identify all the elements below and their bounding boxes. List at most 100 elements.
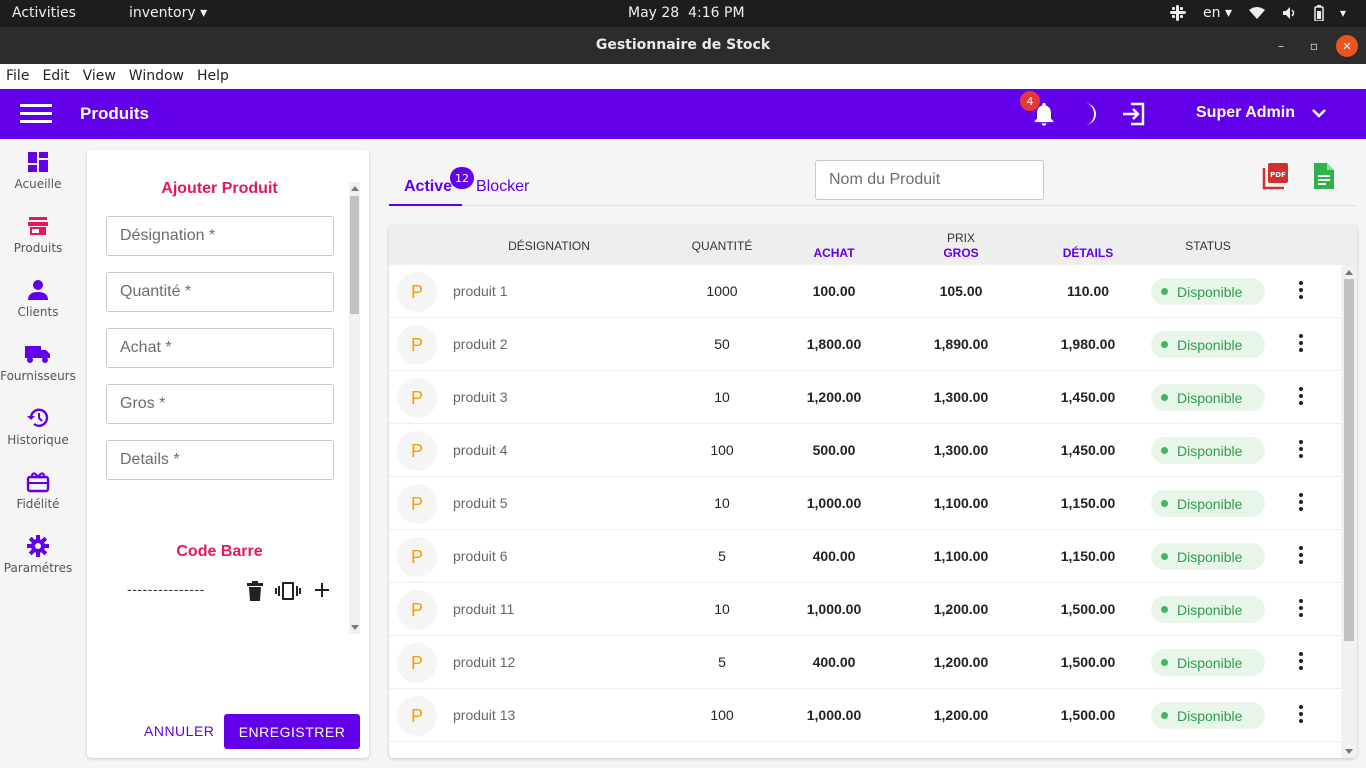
product-quantity: 5 [718,548,726,564]
status-badge: Disponible [1151,437,1265,464]
sidebar-item-fidelite[interactable]: Fidélité [0,471,76,511]
more-vert-icon[interactable] [1299,599,1305,620]
system-top-bar: Activities inventory ▾ May 28 4:16 PM en… [0,0,1366,27]
sidebar-item-label: Fidélité [16,497,60,511]
more-vert-icon[interactable] [1299,652,1305,673]
trash-icon[interactable] [247,581,263,601]
product-avatar: P [397,325,437,365]
purchase-price-field[interactable] [106,328,334,368]
more-vert-icon[interactable] [1299,546,1305,567]
sidebar-item-label: Acueille [14,177,62,191]
clock-date: May 28 [628,5,680,21]
product-gros: 1,200.00 [933,707,989,723]
chevron-down-icon[interactable] [1311,107,1327,119]
sidebar-item-produits[interactable]: Produits [0,215,76,255]
status-label: Disponible [1177,283,1243,300]
system-menu-caret-icon[interactable]: ▾ [1340,6,1346,20]
excel-export-icon[interactable] [1312,162,1336,190]
volume-icon[interactable] [1282,6,1298,20]
product-gros: 1,300.00 [933,442,989,458]
activities-button[interactable]: Activities [12,5,76,21]
table-row[interactable]: P produit 3 10 1,200.00 1,300.00 1,450.0… [389,371,1341,424]
user-name[interactable]: Super Admin [1196,104,1295,122]
column-achat[interactable]: ACHAT [794,246,874,260]
more-vert-icon[interactable] [1299,334,1305,355]
more-vert-icon[interactable] [1299,281,1305,302]
designation-field[interactable] [106,216,334,256]
menu-help[interactable]: Help [197,64,235,89]
table-row[interactable]: P produit 1 1000 100.00 105.00 110.00 Di… [389,265,1341,318]
add-icon[interactable] [314,581,330,599]
table-row[interactable]: P produit 2 50 1,800.00 1,890.00 1,980.0… [389,318,1341,371]
more-vert-icon[interactable] [1299,705,1305,726]
form-title: Ajouter Produit [161,180,278,197]
sidebar-item-historique[interactable]: Historique [0,407,76,447]
product-avatar: P [397,272,437,312]
product-gros: 1,200.00 [933,654,989,670]
scrollbar-thumb[interactable] [1344,279,1354,641]
product-search-input[interactable] [815,160,1044,200]
gift-card-icon [26,472,50,493]
maximize-button[interactable]: ▫ [1303,35,1325,57]
moon-icon[interactable] [1077,101,1101,127]
product-achat: 500.00 [812,442,856,458]
column-gros[interactable]: GROS [921,246,1001,260]
more-vert-icon[interactable] [1299,440,1305,461]
menu-edit[interactable]: Edit [42,64,75,89]
table-row[interactable]: P produit 4 100 500.00 1,300.00 1,450.00… [389,424,1341,477]
logout-icon[interactable] [1121,101,1147,127]
column-status[interactable]: STATUS [1168,239,1248,253]
sidebar-item-acueille[interactable]: Acueille [0,151,76,191]
wifi-icon[interactable] [1248,6,1266,20]
barcode-title: Code Barre [176,543,263,560]
menu-file[interactable]: File [6,64,35,89]
slack-icon[interactable] [1169,4,1187,22]
form-scrollbar[interactable] [349,182,360,634]
caret-down-icon: ▾ [1224,5,1232,21]
column-designation[interactable]: DÉSIGNATION [494,239,604,253]
save-button[interactable]: ENREGISTRER [224,714,360,749]
sidebar-item-fournisseurs[interactable]: Fournisseurs [0,343,76,383]
scrollbar-thumb[interactable] [350,196,359,314]
table-row[interactable]: P produit 13 100 1,000.00 1,200.00 1,500… [389,689,1341,742]
sidebar-item-parametres[interactable]: Paramétres [0,535,76,575]
clock[interactable]: May 28 4:16 PM [628,5,745,21]
product-details: 1,450.00 [1060,389,1116,405]
scroll-up-arrow-icon[interactable] [1345,270,1353,275]
product-achat: 1,800.00 [806,336,862,352]
product-avatar: P [397,484,437,524]
table-row[interactable]: P produit 6 5 400.00 1,100.00 1,150.00 D… [389,530,1341,583]
menu-window[interactable]: Window [129,64,190,89]
history-icon [27,408,49,427]
dashboard-icon [28,152,48,172]
language-selector[interactable]: en ▾ [1203,5,1232,21]
table-scrollbar[interactable] [1341,265,1357,758]
app-menu[interactable]: inventory ▾ [129,5,207,21]
battery-icon[interactable] [1314,5,1324,21]
sidebar-item-label: Clients [17,305,59,319]
pdf-export-icon[interactable]: PDF [1262,162,1290,190]
minimize-button[interactable]: – [1270,35,1292,57]
window-title: Gestionnaire de Stock [595,37,771,53]
table-row[interactable]: P produit 12 5 400.00 1,200.00 1,500.00 … [389,636,1341,689]
tab-blocker[interactable]: Blocker [476,178,529,196]
wholesale-price-field[interactable] [106,384,334,424]
barcode-scan-icon[interactable] [275,581,301,601]
column-details[interactable]: DÉTAILS [1048,246,1128,260]
sidebar-item-clients[interactable]: Clients [0,279,76,319]
scroll-down-arrow-icon[interactable] [351,625,359,630]
close-button[interactable]: ✕ [1336,35,1358,57]
quantity-field[interactable] [106,272,334,312]
more-vert-icon[interactable] [1299,387,1305,408]
cancel-button[interactable]: ANNULER [144,723,214,739]
hamburger-menu-icon[interactable] [20,104,52,124]
table-row[interactable]: P produit 5 10 1,000.00 1,100.00 1,150.0… [389,477,1341,530]
column-quantite[interactable]: QUANTITÉ [682,239,762,253]
details-price-field[interactable] [106,440,334,480]
scroll-up-arrow-icon[interactable] [351,186,359,191]
menu-view[interactable]: View [83,64,122,89]
table-row[interactable]: P produit 11 10 1,000.00 1,200.00 1,500.… [389,583,1341,636]
scroll-down-arrow-icon[interactable] [1345,749,1353,754]
tab-active[interactable]: Active [404,178,452,196]
more-vert-icon[interactable] [1299,493,1305,514]
